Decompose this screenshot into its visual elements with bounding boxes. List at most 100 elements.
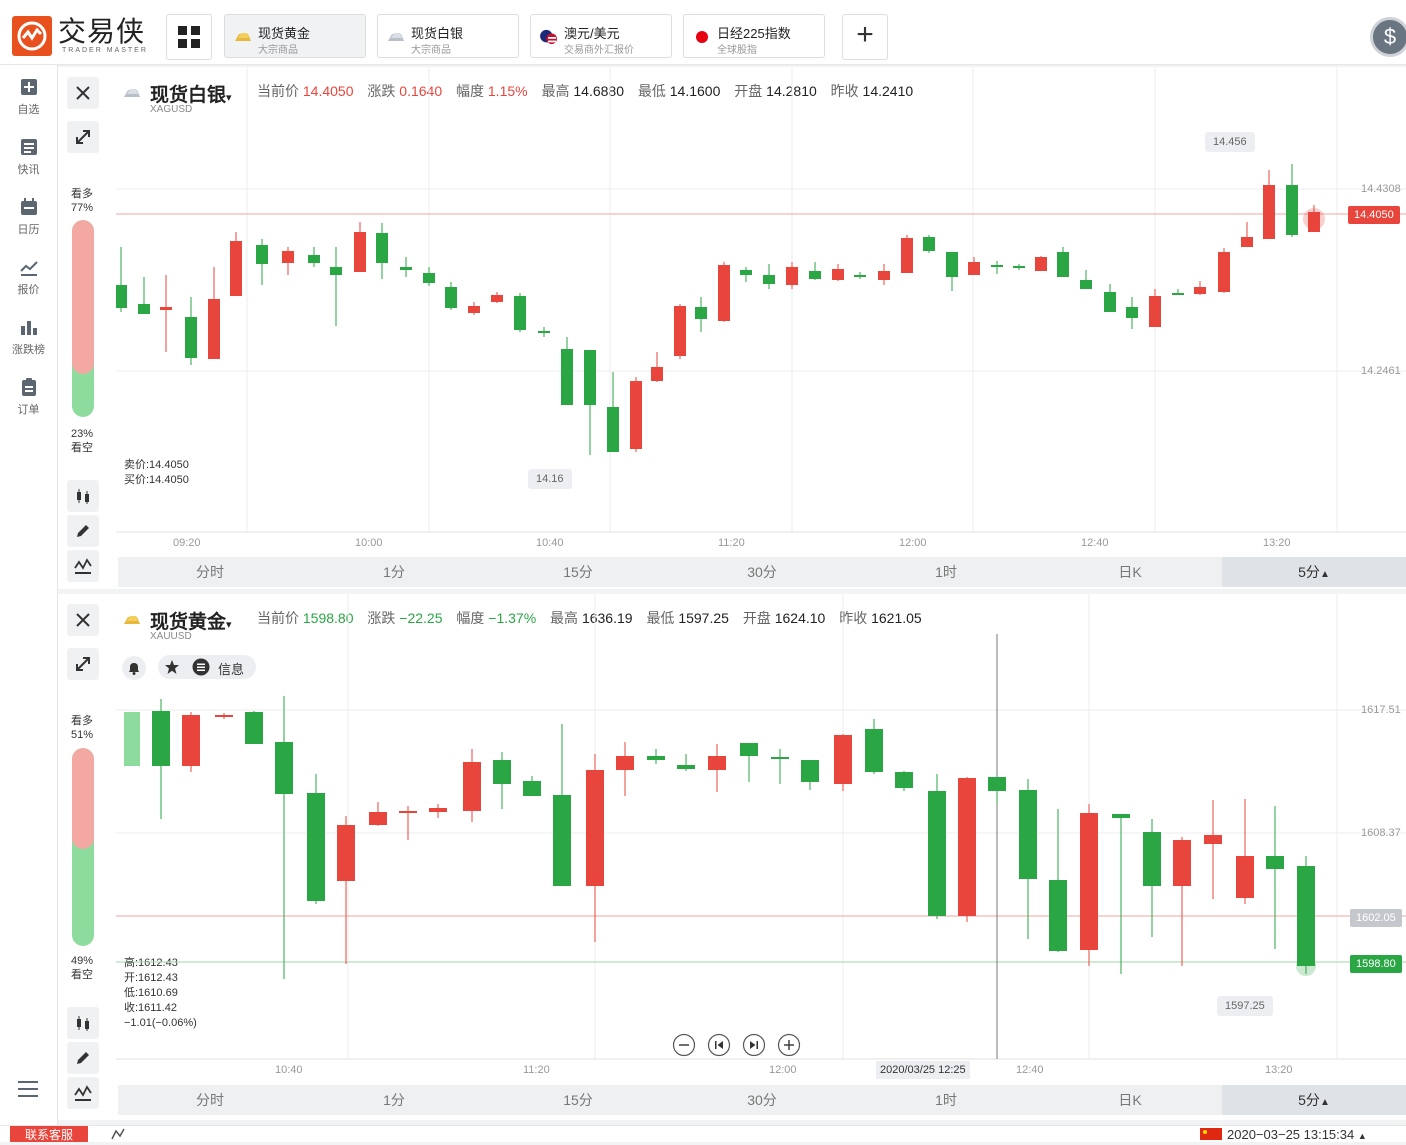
scroll-start-icon[interactable] xyxy=(707,1033,731,1057)
candle-body xyxy=(1080,813,1098,950)
candle-body xyxy=(801,760,819,782)
gold-bar-icon xyxy=(235,33,251,41)
tab-sublabel: 交易商外汇报价 xyxy=(564,45,634,56)
sidebar-item-news[interactable]: 快讯 xyxy=(0,137,57,177)
zoom-in-icon[interactable] xyxy=(777,1033,801,1057)
period-tab[interactable]: 15分 xyxy=(486,1085,670,1115)
indicator-button[interactable] xyxy=(67,550,99,582)
indicator-wave-icon xyxy=(74,1085,92,1101)
tab-label: 澳元/美元 xyxy=(564,26,620,41)
candle-body xyxy=(561,349,573,405)
close-panel-button[interactable] xyxy=(67,77,99,109)
current-price-tag: 14.4050 xyxy=(1348,206,1400,224)
candle-body xyxy=(275,742,293,794)
period-tab[interactable]: 分时 xyxy=(118,557,302,587)
app-name: 交易侠 xyxy=(58,16,146,47)
indicator-button[interactable] xyxy=(67,1077,99,1109)
period-tab[interactable]: 1分 xyxy=(302,557,486,587)
top-bar: 交易侠 TRADER MASTER 现货黄金 大宗商品 现货白银 大宗商品 澳元… xyxy=(0,0,1406,65)
candle-type-button[interactable] xyxy=(67,480,99,512)
price-axis-label: 1617.51 xyxy=(1361,704,1401,716)
period-selector: 分时 1分 15分 30分 1时 日K 5分▲ xyxy=(118,557,1406,587)
period-tab[interactable]: 日K xyxy=(1038,1085,1222,1115)
contact-service-button[interactable]: 联系客服 xyxy=(10,1126,88,1142)
min-price-bubble: 1597.25 xyxy=(1217,996,1273,1016)
candle-body xyxy=(399,811,417,813)
tab-gold[interactable]: 现货黄金 大宗商品 xyxy=(224,14,366,58)
candle-body xyxy=(1019,790,1037,879)
expand-panel-button[interactable] xyxy=(67,121,99,153)
candle-body xyxy=(116,285,127,308)
candle-body xyxy=(677,765,695,769)
candle-body xyxy=(1286,185,1298,235)
candle-body xyxy=(1080,280,1092,289)
close-panel-button[interactable] xyxy=(67,604,99,636)
period-tab-active[interactable]: 5分▲ xyxy=(1222,557,1406,587)
bear-ratio: 49% 看空 xyxy=(71,954,93,982)
sidebar-item-quotes[interactable]: 报价 xyxy=(0,257,57,297)
candle-body xyxy=(809,271,821,279)
candle-body xyxy=(553,795,571,886)
sidebar-item-watchlist[interactable]: 自选 xyxy=(0,77,57,117)
zoom-out-icon[interactable] xyxy=(672,1033,696,1057)
candle-body xyxy=(647,756,665,760)
candle-body xyxy=(185,317,197,358)
candle-body xyxy=(718,265,730,321)
period-tab[interactable]: 1时 xyxy=(854,557,1038,587)
expand-panel-button[interactable] xyxy=(67,648,99,680)
candle-body xyxy=(901,238,913,273)
add-tab-button[interactable]: + xyxy=(842,14,888,60)
time-axis-label: 10:00 xyxy=(355,537,383,549)
sidebar-item-calendar[interactable]: 日历 xyxy=(0,197,57,237)
candle-body xyxy=(946,252,958,277)
period-selector: 分时 1分 15分 30分 1时 日K 5分▲ xyxy=(118,1085,1406,1115)
tab-silver[interactable]: 现货白银 大宗商品 xyxy=(377,14,519,58)
candle-body xyxy=(1143,832,1161,886)
scroll-end-icon[interactable] xyxy=(742,1033,766,1057)
period-tab[interactable]: 30分 xyxy=(670,557,854,587)
candle-body xyxy=(468,306,480,313)
candle-body xyxy=(786,267,798,285)
silver-bar-icon xyxy=(388,33,404,41)
period-tab[interactable]: 分时 xyxy=(118,1085,302,1115)
candle-body xyxy=(630,381,642,449)
period-tab-active[interactable]: 5分▲ xyxy=(1222,1085,1406,1115)
candle-body xyxy=(708,756,726,770)
sidebar-item-rankings[interactable]: 涨跌榜 xyxy=(0,317,57,357)
close-icon xyxy=(76,613,90,627)
gold-chart-panel: 现货黄金▾ XAUUSD 当前价 1598.80 涨跌 −22.25 幅度 −1… xyxy=(58,594,1406,1120)
app-logo[interactable]: 交易侠 TRADER MASTER xyxy=(12,16,152,56)
sidebar-item-label: 涨跌榜 xyxy=(12,344,45,356)
sidebar-item-label: 自选 xyxy=(17,104,40,116)
candle-body xyxy=(182,715,200,766)
time-axis-label: 13:20 xyxy=(1263,537,1291,549)
time-axis-label: 10:40 xyxy=(536,537,564,549)
candle-body xyxy=(208,299,220,359)
period-tab[interactable]: 1时 xyxy=(854,1085,1038,1115)
candle-body xyxy=(1241,237,1253,247)
tab-nikkei[interactable]: 日经225指数 全球股指 xyxy=(683,14,825,58)
period-tab[interactable]: 30分 xyxy=(670,1085,854,1115)
gold-candlestick-chart[interactable] xyxy=(116,594,1406,1082)
candle-body xyxy=(429,808,447,812)
candle-type-button[interactable] xyxy=(67,1007,99,1039)
candle-body xyxy=(463,762,481,811)
candle-body xyxy=(1149,296,1161,327)
draw-tool-button[interactable] xyxy=(67,515,99,547)
draw-tool-button[interactable] xyxy=(67,1042,99,1074)
sidebar-item-orders[interactable]: 订单 xyxy=(0,377,57,417)
candle-body xyxy=(651,367,663,381)
dollar-account-icon[interactable]: $ xyxy=(1370,17,1406,57)
bear-percent: 49% xyxy=(71,955,94,967)
tab-audusd[interactable]: 澳元/美元 交易商外汇报价 xyxy=(530,14,672,58)
period-tab[interactable]: 1分 xyxy=(302,1085,486,1115)
candle-body xyxy=(1104,292,1116,312)
menu-list-icon[interactable] xyxy=(16,1077,40,1101)
bull-label: 看多 xyxy=(71,715,93,727)
period-tab[interactable]: 日K xyxy=(1038,557,1222,587)
period-label: 5分 xyxy=(1298,1092,1320,1108)
china-flag-icon xyxy=(1200,1128,1222,1140)
price-axis-label: 1608.37 xyxy=(1361,827,1401,839)
layout-grid-button[interactable] xyxy=(166,14,212,60)
period-tab[interactable]: 15分 xyxy=(486,557,670,587)
